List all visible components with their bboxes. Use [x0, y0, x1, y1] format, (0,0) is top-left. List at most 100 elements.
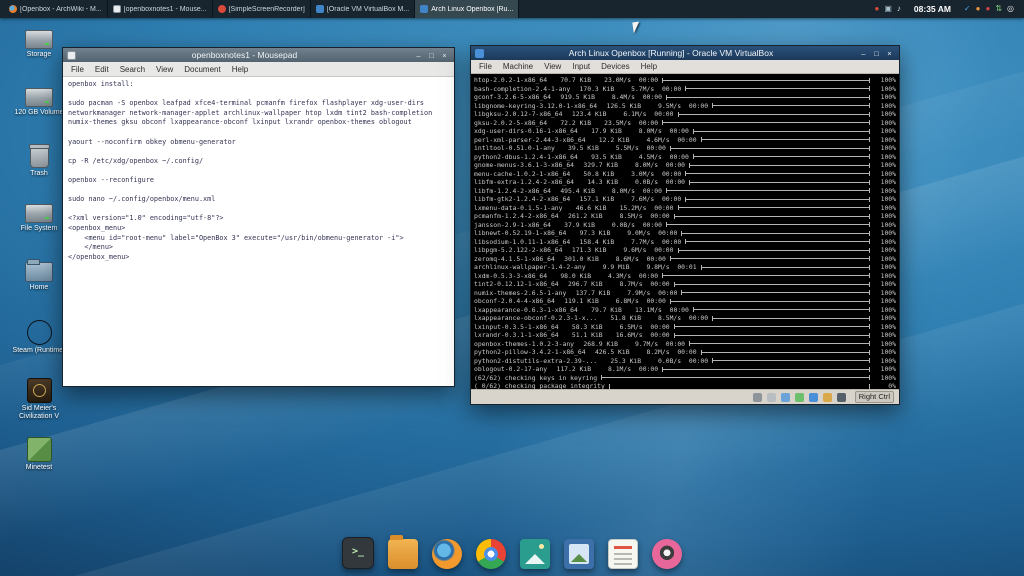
virtualbox-titlebar[interactable]: Arch Linux Openbox [Running] - Oracle VM…: [471, 46, 899, 60]
progress-fill: [667, 97, 869, 98]
minimize-button[interactable]: –: [858, 48, 869, 59]
mousepad-titlebar[interactable]: openboxnotes1 - Mousepad –□×: [63, 48, 454, 62]
download-rate: 8.1M/s: [591, 365, 631, 374]
text-editor-dock-icon[interactable]: [608, 539, 638, 569]
progress-percent: 100%: [874, 178, 896, 187]
mousepad-menu-edit[interactable]: Edit: [90, 64, 114, 75]
network-tray-icon[interactable]: ⇅: [995, 0, 1002, 18]
editor-line: yaourt --noconfirm obkey obmenu-generato…: [68, 138, 449, 148]
optical-status-icon[interactable]: [767, 393, 776, 402]
package-name: lxrandr-0.3.1-1-x86_64: [474, 331, 559, 340]
chrome-dock-icon[interactable]: [476, 539, 506, 569]
mousepad-menu-view[interactable]: View: [151, 64, 178, 75]
media-tray-icon[interactable]: ●: [985, 0, 990, 18]
progress-fill: [667, 224, 869, 225]
progress-bar: [674, 282, 870, 287]
taskbar-button[interactable]: [openboxnotes1 - Mouse...: [108, 0, 213, 18]
terminal-dock-icon-glyph: >_: [343, 538, 373, 566]
mousepad-menu-file[interactable]: File: [66, 64, 89, 75]
taskbar-button[interactable]: Arch Linux Openbox [Ru...: [415, 0, 519, 18]
progress-percent: 100%: [874, 306, 896, 315]
display-status-icon[interactable]: [837, 393, 846, 402]
screenrecorder-tray-icon[interactable]: ●: [875, 0, 880, 18]
package-name: (62/62) checking keys in keyring: [474, 374, 597, 383]
progress-fill: [686, 241, 869, 242]
package-size: 158.4 KiB: [570, 238, 614, 247]
editor-line: <openbox_menu>: [68, 224, 449, 234]
progress-percent: 100%: [874, 119, 896, 128]
maximize-button[interactable]: □: [871, 48, 882, 59]
download-rate: 6.8M/s: [599, 297, 639, 306]
elapsed-time: 00:00: [662, 306, 689, 315]
image-viewer-dock-icon[interactable]: [520, 539, 550, 569]
close-button[interactable]: ×: [884, 48, 895, 59]
terminal-line: libgksu-2.0.12-7-x86_64123.4 KiB6.1M/s00…: [474, 110, 896, 119]
editor-line: numix-themes gksu obconf lxappearance-ob…: [68, 118, 449, 128]
progress-bar: [609, 384, 870, 389]
progress-percent: 100%: [874, 272, 896, 281]
virtualbox-menu-file[interactable]: File: [474, 61, 497, 72]
gallery-dock-icon[interactable]: [564, 539, 594, 569]
updates-tray-icon[interactable]: ✓: [964, 0, 971, 18]
elapsed-time: 00:00: [631, 76, 658, 85]
progress-bar: [674, 333, 870, 338]
screenshot-dock-icon[interactable]: [652, 539, 682, 569]
virtualbox-menu-devices[interactable]: Devices: [596, 61, 634, 72]
power-tray-icon[interactable]: ◎: [1007, 0, 1014, 18]
terminal-line: htop-2.0.2-1-x86_6470.7 KiB23.0M/s00:001…: [474, 76, 896, 85]
virtualbox-status-icons: [748, 393, 851, 402]
progress-bar: [701, 350, 870, 355]
progress-fill: [671, 258, 869, 259]
progress-percent: 100%: [874, 136, 896, 145]
package-size: 296.7 KiB: [559, 280, 603, 289]
virtualbox-menu-view[interactable]: View: [539, 61, 566, 72]
mousepad-text-area[interactable]: openbox install:sudo pacman -S openbox l…: [63, 77, 454, 386]
audio-status-icon[interactable]: [781, 393, 790, 402]
elapsed-time: 00:00: [681, 102, 708, 111]
firefox-dock-icon[interactable]: [432, 539, 462, 569]
mousepad-menu-help[interactable]: Help: [227, 64, 253, 75]
network-status-icon[interactable]: [795, 393, 804, 402]
mousepad-menu-search[interactable]: Search: [115, 64, 150, 75]
progress-bar: [685, 239, 870, 244]
taskbar-button[interactable]: [Openbox - ArchWiki - M...: [4, 0, 108, 18]
download-rate: 0.0B/s: [595, 221, 635, 230]
guest-terminal[interactable]: htop-2.0.2-1-x86_6470.7 KiB23.0M/s00:001…: [471, 74, 899, 389]
firefox-icon: [9, 5, 17, 13]
usb-status-icon[interactable]: [809, 393, 818, 402]
terminal-dock-icon[interactable]: >_: [342, 537, 374, 569]
host-key-label: Right Ctrl: [855, 391, 894, 403]
virtualbox-menu-help[interactable]: Help: [636, 61, 662, 72]
download-rate: 3.0M/s: [614, 170, 654, 179]
taskbar-button[interactable]: [Oracle VM VirtualBox M...: [311, 0, 415, 18]
desktop-icon-minetest[interactable]: Minetest: [7, 437, 71, 479]
package-size: 25.3 KiB: [597, 357, 641, 366]
virtualbox-menu-input[interactable]: Input: [567, 61, 595, 72]
mousepad-menu-document[interactable]: Document: [179, 64, 225, 75]
taskbar-button[interactable]: [SimpleScreenRecorder]: [213, 0, 311, 18]
progress-bar: [662, 273, 870, 278]
virtualbox-menubar: FileMachineViewInputDevicesHelp: [471, 60, 899, 74]
messaging-tray-icon[interactable]: ●: [976, 0, 981, 18]
editor-line: cp -R /etc/xdg/openbox ~/.config/: [68, 157, 449, 167]
shared-folders-status-icon[interactable]: [823, 393, 832, 402]
volume-tray-icon[interactable]: ♪: [897, 0, 901, 18]
progress-fill: [686, 88, 869, 89]
progress-percent: 100%: [874, 348, 896, 357]
terminal-line: libpgm-5.2.122-2-x86_64171.3 KiB9.6M/s00…: [474, 246, 896, 255]
maximize-button[interactable]: □: [426, 50, 437, 61]
terminal-line: xdg-user-dirs-0.16-1-x86_6417.9 KiB8.0M/…: [474, 127, 896, 136]
editor-line: [68, 128, 449, 138]
minimize-button[interactable]: –: [413, 50, 424, 61]
hdd-status-icon[interactable]: [753, 393, 762, 402]
close-button[interactable]: ×: [439, 50, 450, 61]
file-manager-dock-icon[interactable]: [388, 539, 418, 569]
elapsed-time: 00:00: [647, 110, 674, 119]
package-name: intltool-0.51.0-1-any: [474, 144, 555, 153]
progress-percent: 100%: [874, 280, 896, 289]
elapsed-time: 00:00: [635, 93, 662, 102]
screenshot-tray-icon[interactable]: ▣: [884, 0, 892, 18]
progress-fill: [679, 250, 870, 251]
clock[interactable]: 08:35 AM: [911, 4, 954, 14]
virtualbox-menu-machine[interactable]: Machine: [498, 61, 538, 72]
